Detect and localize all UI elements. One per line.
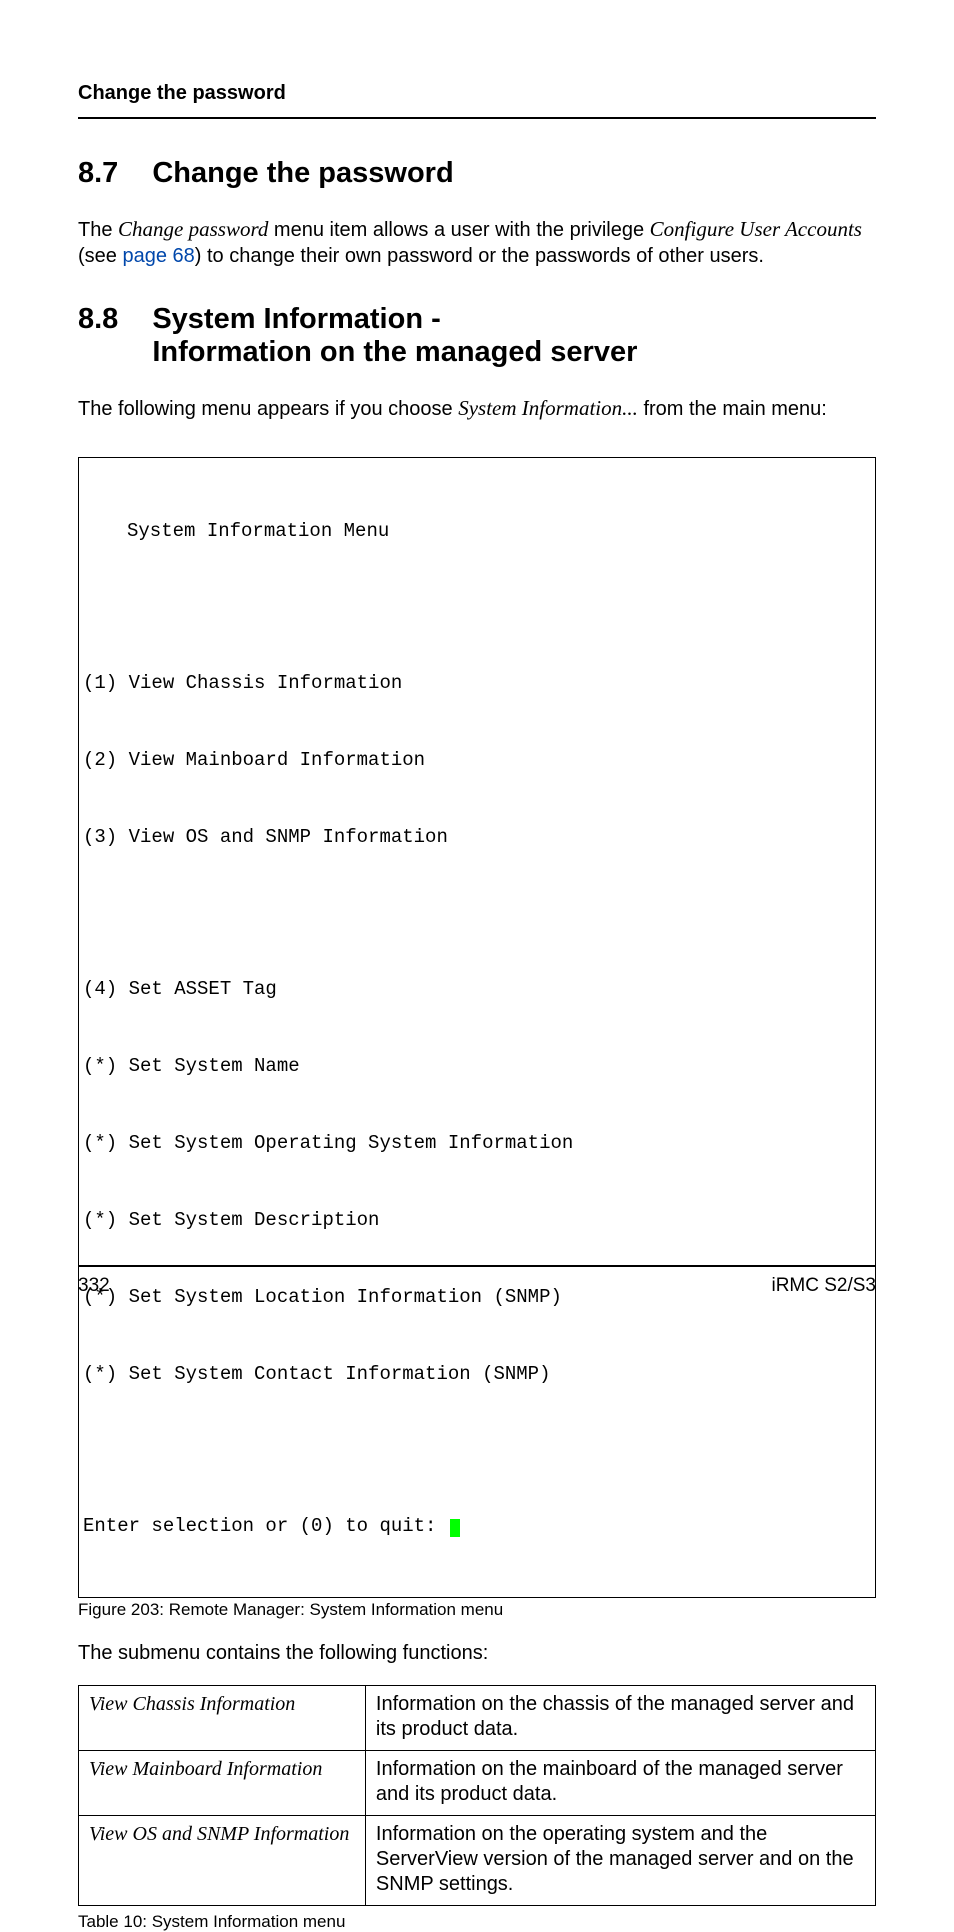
section-title-text: Change the password [152,157,453,190]
table-cell-desc: Information on the mainboard of the mana… [365,1750,875,1815]
table-row: View Mainboard Information Information o… [79,1750,876,1815]
menu-item-change-password: Change password [118,217,268,241]
submenu-intro-text: The submenu contains the following funct… [78,1642,876,1665]
table-cell-name: View Mainboard Information [79,1750,366,1815]
menu-option-star-5: (*) Set System Contact Information (SNMP… [83,1362,871,1388]
table-row: View OS and SNMP Information Information… [79,1815,876,1905]
terminal-cursor-icon [450,1519,460,1537]
menu-title: System Information Menu [83,519,871,545]
section-8-7-title: 8.7 Change the password [78,157,876,190]
table-cell-desc: Information on the operating system and … [365,1815,875,1905]
page-footer: 332 iRMC S2/S3 [78,1265,876,1297]
menu-option-star-1: (*) Set System Name [83,1054,871,1080]
menu-option-4: (4) Set ASSET Tag [83,977,871,1003]
section-number: 8.7 [78,157,118,190]
menu-item-system-information: System Information... [458,396,638,420]
page-link-68[interactable]: page 68 [122,245,194,267]
document-id: iRMC S2/S3 [771,1275,876,1297]
menu-option-2: (2) View Mainboard Information [83,748,871,774]
table-cell-name: View Chassis Information [79,1685,366,1750]
menu-option-star-3: (*) Set System Description [83,1208,871,1234]
table-cell-desc: Information on the chassis of the manage… [365,1685,875,1750]
menu-option-star-2: (*) Set System Operating System Informat… [83,1131,871,1157]
prompt-line: Enter selection or (0) to quit: [83,1514,871,1540]
table-row: View Chassis Information Information on … [79,1685,876,1750]
menu-option-1: (1) View Chassis Information [83,671,871,697]
terminal-screenshot: System Information Menu (1) View Chassis… [78,457,876,1598]
page-number: 332 [78,1275,110,1297]
table-cell-name: View OS and SNMP Information [79,1815,366,1905]
section-8-7-body: The Change password menu item allows a u… [78,216,876,269]
system-information-table: View Chassis Information Information on … [78,1685,876,1906]
section-8-8-body: The following menu appears if you choose… [78,395,876,422]
section-number: 8.8 [78,303,118,369]
running-header: Change the password [78,82,876,119]
menu-option-3: (3) View OS and SNMP Information [83,825,871,851]
figure-caption: Figure 203: Remote Manager: System Infor… [78,1600,876,1620]
section-title-text: System Information - Information on the … [152,303,637,369]
table-caption: Table 10: System Information menu [78,1912,876,1932]
section-8-8-title: 8.8 System Information - Information on … [78,303,876,369]
privilege-name: Configure User Accounts [650,217,862,241]
